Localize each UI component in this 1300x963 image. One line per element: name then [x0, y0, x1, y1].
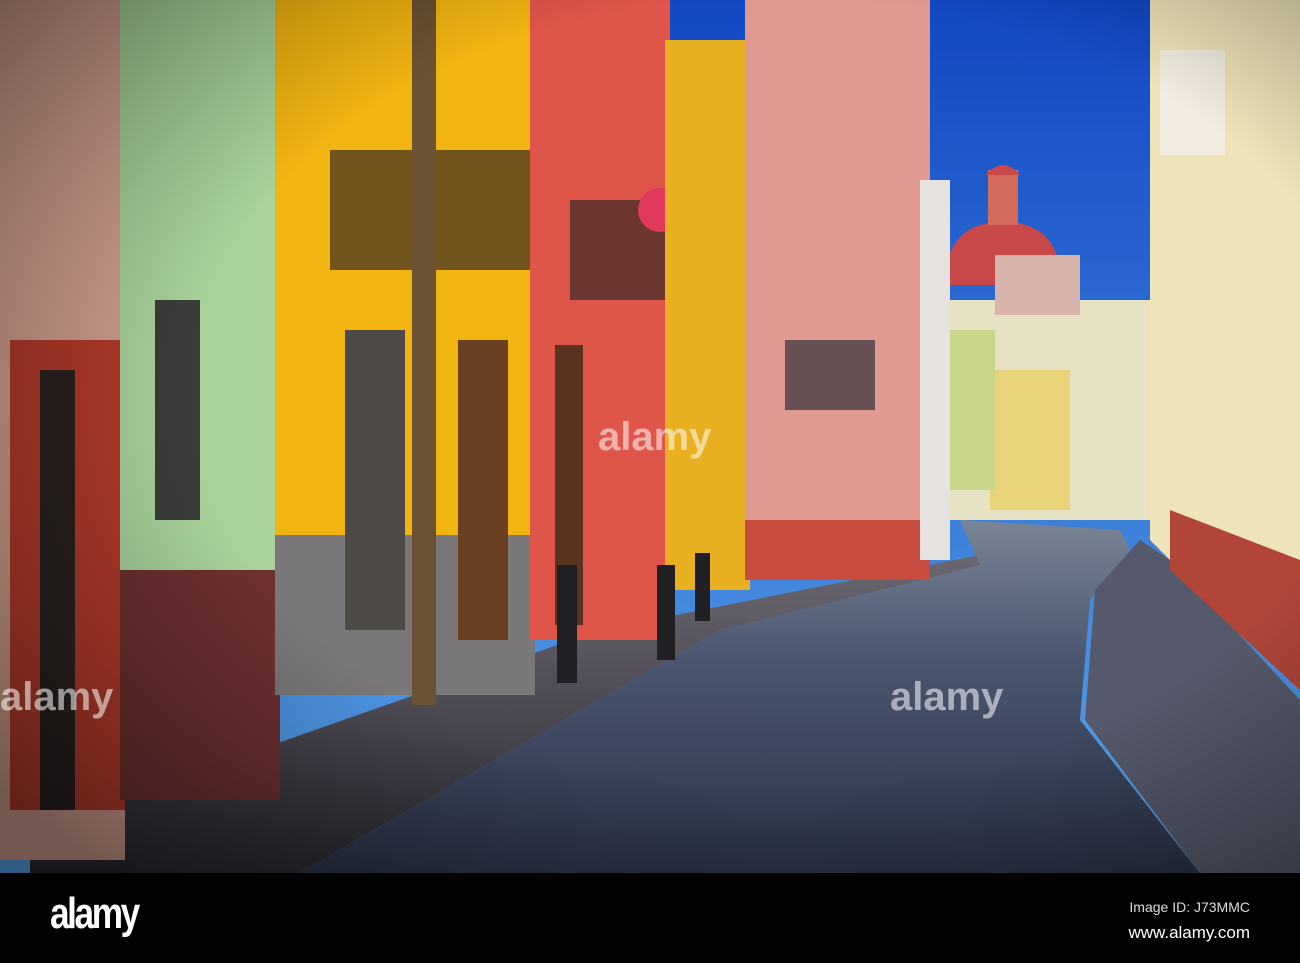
watermark: alamy: [598, 415, 712, 459]
site-url: www.alamy.com: [1128, 923, 1250, 942]
street-photo: alamy alamy alamy: [0, 0, 1300, 873]
watermark: alamy: [0, 675, 114, 719]
watermark: alamy: [890, 675, 1004, 719]
footer-bar: alamy Image ID: J73MMC www.alamy.com: [0, 873, 1300, 963]
alamy-logo: alamy: [50, 889, 140, 938]
image-id: Image ID: J73MMC: [1129, 899, 1250, 915]
